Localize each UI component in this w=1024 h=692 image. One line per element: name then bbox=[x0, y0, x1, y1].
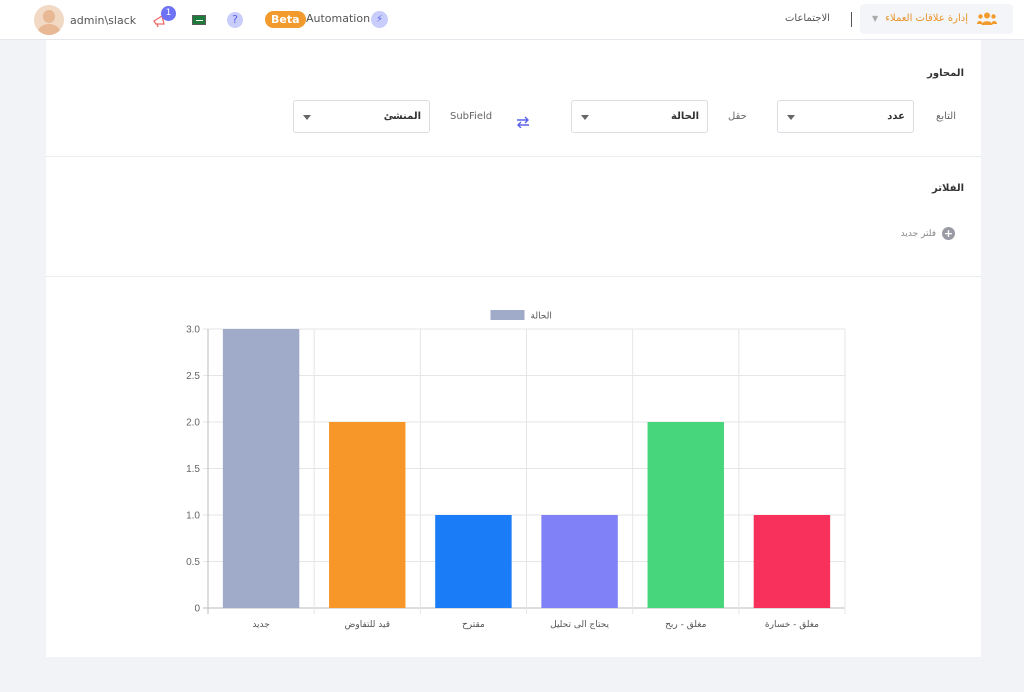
x-tick-label: مغلق - خسارة bbox=[765, 620, 819, 630]
divider bbox=[851, 12, 852, 27]
bar bbox=[329, 422, 406, 608]
bar bbox=[753, 515, 831, 608]
bar bbox=[541, 515, 618, 608]
chevron-down-icon: ▼ bbox=[872, 14, 879, 23]
legend-swatch bbox=[490, 310, 525, 320]
x-tick-label: يحتاج الى تحليل bbox=[550, 620, 609, 630]
y-tick-label: 0.5 bbox=[186, 557, 200, 568]
y-tick-label: 1.0 bbox=[186, 511, 200, 522]
user-menu[interactable]: admin\slack bbox=[34, 5, 136, 35]
meetings-link[interactable]: الاجتماعات bbox=[785, 13, 830, 24]
module-label: إدارة علاقات العملاء bbox=[885, 13, 968, 24]
y-axis: 0 0.5 1.0 1.5 2.0 2.5 3.0 bbox=[186, 325, 200, 615]
bar bbox=[647, 422, 724, 608]
x-tick-label: جديد bbox=[252, 620, 270, 630]
y-tick-label: 2.0 bbox=[186, 418, 200, 429]
help-icon[interactable]: ? bbox=[227, 12, 243, 28]
avatar[interactable] bbox=[34, 5, 64, 35]
report-panel: المحاور التابع عدد حقل الحالة SubField ا… bbox=[46, 40, 981, 657]
top-bar: admin\slack 1 ? Beta Automation ⚡ الاجتم… bbox=[0, 0, 1024, 40]
y-tick-label: 2.5 bbox=[186, 371, 200, 382]
notification-badge[interactable]: 1 bbox=[161, 6, 176, 21]
x-axis: جديد قيد للتفاوض مقترح يحتاج الى تحليل مغلق … bbox=[252, 620, 819, 630]
y-tick-label: 3.0 bbox=[186, 325, 200, 336]
bar bbox=[435, 515, 512, 608]
bar bbox=[222, 329, 300, 608]
bolt-icon[interactable]: ⚡ bbox=[371, 11, 388, 28]
x-tick-label: مغلق - ربح bbox=[665, 620, 706, 630]
status-bar-chart: 0 0.5 1.0 1.5 2.0 2.5 3.0 جديد قيد للتفاوض مقترح… bbox=[186, 310, 846, 630]
beta-badge: Beta bbox=[265, 11, 306, 28]
automation-link[interactable]: Automation bbox=[306, 12, 370, 25]
username[interactable]: admin\slack bbox=[70, 14, 136, 27]
x-tick-label: قيد للتفاوض bbox=[344, 620, 390, 630]
y-tick-label: 1.5 bbox=[186, 464, 200, 475]
legend-label: الحالة bbox=[531, 312, 552, 322]
chart-legend: الحالة bbox=[490, 310, 552, 322]
y-tick-label: 0 bbox=[194, 604, 200, 615]
saudi-flag-icon[interactable] bbox=[192, 15, 206, 25]
module-selector[interactable]: ▼ إدارة علاقات العملاء bbox=[860, 4, 1013, 34]
users-icon bbox=[977, 12, 997, 25]
x-tick-label: مقترح bbox=[462, 620, 485, 630]
